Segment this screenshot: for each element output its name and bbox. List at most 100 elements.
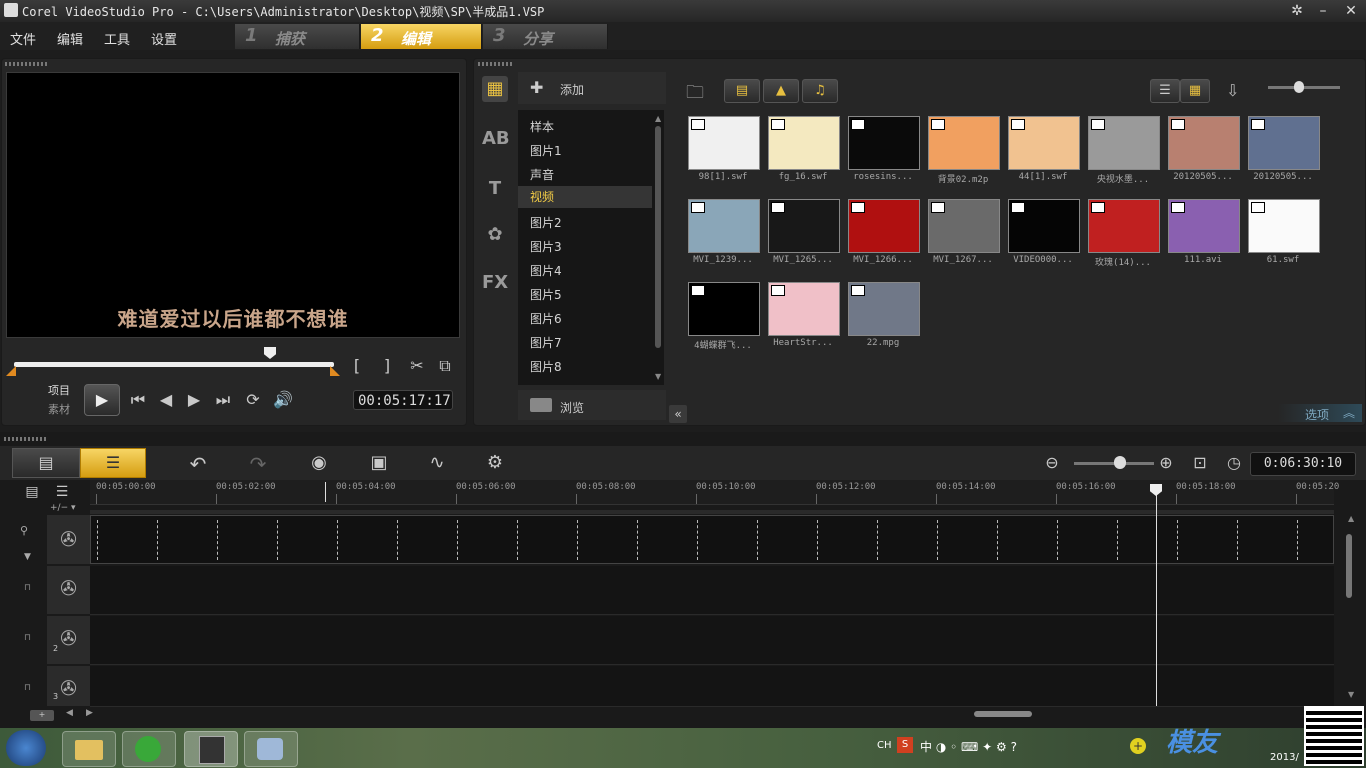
- media-thumbnail[interactable]: [688, 282, 760, 336]
- scrub-bar[interactable]: [14, 362, 334, 367]
- thumbnail-view-icon[interactable]: ▦: [1180, 79, 1210, 103]
- scroll-up-icon[interactable]: ▲: [655, 114, 661, 123]
- media-thumbnail[interactable]: [1168, 199, 1240, 253]
- overlay-track-2[interactable]: [90, 616, 1334, 665]
- copy-icon[interactable]: ⧉: [436, 356, 454, 376]
- transition-icon[interactable]: AB: [482, 126, 510, 152]
- video-track[interactable]: [90, 515, 1334, 564]
- media-thumbnail[interactable]: [848, 282, 920, 336]
- timecode-field[interactable]: 00:05:17:17: [353, 390, 453, 410]
- media-thumbnail[interactable]: [688, 199, 760, 253]
- overlay-track[interactable]: [90, 566, 1334, 615]
- undo-icon[interactable]: ↶: [186, 452, 210, 476]
- folder-item[interactable]: 图片3: [530, 238, 562, 255]
- folder-item[interactable]: 图片8: [530, 358, 562, 375]
- media-thumbnail[interactable]: [848, 199, 920, 253]
- chevron-up-icon[interactable]: ︽: [1343, 404, 1355, 421]
- language-indicator[interactable]: CH: [877, 740, 892, 751]
- mode-project[interactable]: 项目: [48, 382, 70, 398]
- media-thumbnail[interactable]: [688, 116, 760, 170]
- folder-item[interactable]: 图片7: [530, 334, 562, 351]
- folder-item[interactable]: 图片1: [530, 142, 562, 159]
- motion-tracking-icon[interactable]: ⚙: [482, 452, 508, 473]
- overlay-track-2-header[interactable]: ✇ 2: [47, 616, 90, 665]
- redo-icon[interactable]: ↷: [246, 452, 270, 476]
- media-thumbnail[interactable]: [928, 116, 1000, 170]
- input-method-icon[interactable]: S: [897, 737, 913, 753]
- zoom-handle[interactable]: [1114, 456, 1126, 469]
- menu-file[interactable]: 文件: [10, 29, 36, 48]
- mode-clip[interactable]: 素材: [48, 401, 70, 417]
- timeline-hscrollbar[interactable]: [974, 711, 1032, 717]
- sort-icon[interactable]: ⇩: [1226, 81, 1239, 100]
- show-audio-icon[interactable]: ♫: [802, 79, 838, 103]
- panel-grip[interactable]: [478, 62, 514, 66]
- lock-icon[interactable]: ⊓: [24, 633, 31, 643]
- timeline-view-button[interactable]: ☰: [80, 448, 146, 478]
- media-thumbnail[interactable]: [1008, 199, 1080, 253]
- prev-frame-icon[interactable]: ◀: [156, 390, 176, 409]
- storyboard-view-button[interactable]: ▤: [12, 448, 80, 478]
- play-button[interactable]: ▶: [84, 384, 120, 416]
- menu-settings[interactable]: 设置: [151, 29, 177, 48]
- close-button[interactable]: ✕: [1340, 2, 1362, 20]
- video-track-header[interactable]: ✇: [47, 515, 90, 565]
- tab-capture[interactable]: 1 捕获: [235, 24, 360, 49]
- go-end-icon[interactable]: ⏭: [213, 390, 233, 410]
- media-thumbnail[interactable]: [1248, 116, 1320, 170]
- audio-mixer-icon[interactable]: ∿: [424, 452, 450, 473]
- zoom-out-icon[interactable]: ⊖: [1042, 453, 1062, 472]
- overlay-track-header[interactable]: ✇: [47, 566, 90, 615]
- volume-icon[interactable]: 🔊: [273, 390, 293, 409]
- scissors-icon[interactable]: ✂: [408, 356, 426, 375]
- tab-share[interactable]: 3 分享: [483, 24, 608, 49]
- media-library-icon[interactable]: ▦: [482, 76, 508, 102]
- folder-item-selected[interactable]: 视频: [518, 186, 652, 208]
- add-icon[interactable]: +: [1130, 738, 1146, 754]
- time-ruler[interactable]: 00:05:00:00 00:05:02:00 00:05:04:00 00:05:0…: [90, 480, 1339, 505]
- explorer-task[interactable]: [62, 731, 116, 767]
- timeline-vscrollbar[interactable]: [1346, 534, 1352, 598]
- auto-music-icon[interactable]: ▣: [366, 452, 392, 473]
- thumb-size-handle[interactable]: [1294, 81, 1304, 93]
- record-capture-icon[interactable]: ◉: [306, 452, 332, 473]
- filter-fx-icon[interactable]: FX: [482, 270, 508, 296]
- scroll-down-icon[interactable]: ▼: [1348, 690, 1354, 699]
- media-thumbnail[interactable]: [768, 282, 840, 336]
- browse-button[interactable]: 浏览: [560, 399, 584, 416]
- media-thumbnail[interactable]: [1088, 116, 1160, 170]
- repeat-icon[interactable]: ⟳: [243, 390, 263, 409]
- list-view-icon[interactable]: ☰: [1150, 79, 1180, 103]
- settings-icon[interactable]: ✲: [1286, 2, 1308, 20]
- fit-project-icon[interactable]: ⊡: [1190, 453, 1210, 472]
- chapter-list-icon[interactable]: ☰: [50, 484, 74, 500]
- mark-in-icon[interactable]: [: [350, 356, 364, 375]
- playhead-line[interactable]: [1156, 494, 1157, 706]
- zoom-in-icon[interactable]: ⊕: [1156, 453, 1176, 472]
- options-button[interactable]: 选项: [1305, 406, 1329, 423]
- chevron-down-icon[interactable]: ▼: [24, 552, 31, 562]
- next-frame-icon[interactable]: ▶: [184, 390, 204, 409]
- ripple-edit-icon[interactable]: ⚲: [20, 524, 28, 537]
- lock-icon[interactable]: ⊓: [24, 683, 31, 693]
- media-thumbnail[interactable]: [1248, 199, 1320, 253]
- media-thumbnail[interactable]: [1168, 116, 1240, 170]
- media-thumbnail[interactable]: [848, 116, 920, 170]
- tab-edit[interactable]: 2 编辑: [361, 24, 482, 49]
- scroll-left-icon[interactable]: ◀: [66, 708, 73, 718]
- show-photo-icon[interactable]: ▲: [763, 79, 799, 103]
- scroll-right-icon[interactable]: ▶: [86, 708, 93, 718]
- panel-grip[interactable]: [5, 62, 49, 66]
- overlay-track-3-header[interactable]: ✇ 3: [47, 666, 90, 707]
- track-manager-icon[interactable]: ▤: [20, 484, 44, 500]
- media-thumbnail[interactable]: [1008, 116, 1080, 170]
- add-track-icon[interactable]: +: [30, 710, 54, 721]
- media-thumbnail[interactable]: [1088, 199, 1160, 253]
- overlay-track-3[interactable]: [90, 666, 1334, 707]
- media-thumbnail[interactable]: [928, 199, 1000, 253]
- plus-icon[interactable]: ✚: [530, 78, 543, 97]
- browse-icon[interactable]: [530, 398, 552, 412]
- thumb-size-slider[interactable]: [1268, 86, 1340, 89]
- paint-task[interactable]: [244, 731, 298, 767]
- folder-open-icon[interactable]: 🗀: [686, 80, 704, 110]
